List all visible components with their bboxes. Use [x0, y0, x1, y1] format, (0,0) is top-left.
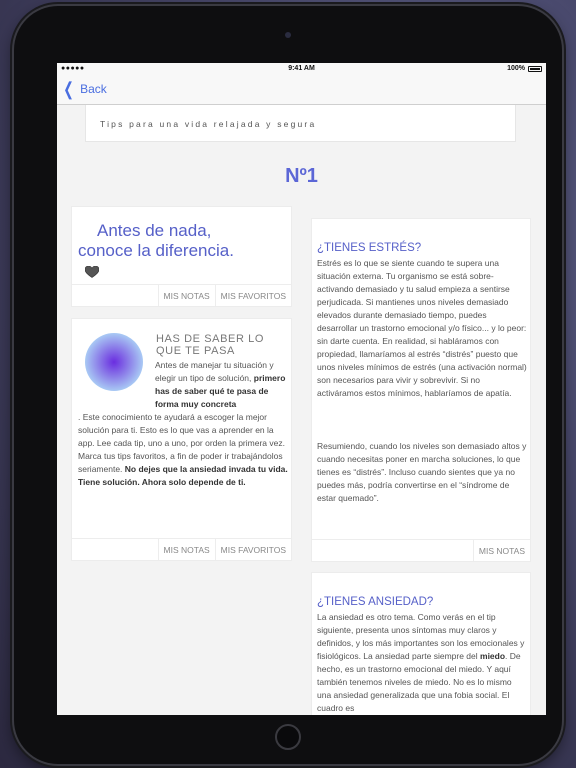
battery-indicator: 100%: [507, 65, 542, 72]
status-time: 9:41 AM: [288, 65, 315, 72]
back-label: Back: [80, 82, 107, 96]
intro-headline: Antes de nada, conoce la diferencia.: [78, 221, 288, 261]
battery-percent: 100%: [507, 65, 525, 72]
battery-icon: [528, 65, 542, 72]
back-button[interactable]: ❮ Back: [61, 79, 107, 99]
intro-line-1: Antes de nada,: [97, 221, 212, 240]
know-card-title: HAS DE SABER LO QUE TE PASA: [156, 333, 265, 357]
tips-banner: Tips para una vida relajada y segura: [85, 105, 516, 142]
scroll-content[interactable]: Tips para una vida relajada y segura Nº1…: [57, 105, 546, 715]
anxiety-paragraph: La ansiedad es otro tema. Como verás en …: [317, 611, 527, 715]
know-card-body: Antes de manejar tu situación y elegir u…: [78, 359, 292, 489]
stress-heading: ¿TIENES ESTRÉS?: [317, 242, 422, 254]
stress-card-footer: MIS NOTAS: [312, 539, 530, 561]
notes-button[interactable]: MIS NOTAS: [157, 539, 215, 560]
anxiety-heading: ¿TIENES ANSIEDAD?: [317, 596, 434, 608]
anxiety-text-b: miedo: [480, 651, 506, 661]
favorites-button[interactable]: MIS FAVORITOS: [214, 285, 291, 306]
navigation-bar: ❮ Back: [57, 75, 546, 105]
tablet-frame: ●●●●● 9:41 AM 100% ❮ Back Tips para una …: [14, 6, 562, 764]
stress-card: ¿TIENES ESTRÉS? Estrés es lo que se sien…: [311, 218, 531, 562]
know-body-intro: Antes de manejar tu situación y elegir u…: [78, 359, 292, 411]
know-card-footer: MIS NOTAS MIS FAVORITOS: [72, 538, 291, 560]
tip-number: Nº1: [285, 165, 318, 187]
status-bar: ●●●●● 9:41 AM 100%: [57, 63, 546, 75]
notes-button[interactable]: MIS NOTAS: [472, 540, 530, 561]
banner-text: Tips para una vida relajada y segura: [100, 119, 317, 129]
favorites-button[interactable]: MIS FAVORITOS: [214, 539, 291, 560]
intro-card: Antes de nada, conoce la diferencia. MIS…: [71, 206, 292, 307]
heart-icon[interactable]: [85, 266, 99, 278]
stress-paragraph-1: Estrés es lo que se siente cuando te sup…: [317, 258, 527, 398]
camera: [285, 32, 291, 38]
notes-button[interactable]: MIS NOTAS: [157, 285, 215, 306]
intro-card-footer: MIS NOTAS MIS FAVORITOS: [72, 284, 291, 306]
anxiety-card: ¿TIENES ANSIEDAD? La ansiedad es otro te…: [311, 572, 531, 715]
intro-line-2: conoce la diferencia.: [78, 241, 234, 260]
app-screen: ●●●●● 9:41 AM 100% ❮ Back Tips para una …: [57, 63, 546, 715]
stress-paragraph-2: Resumiendo, cuando los niveles son demas…: [317, 441, 527, 503]
home-button[interactable]: [275, 724, 301, 750]
know-card: HAS DE SABER LO QUE TE PASA Antes de man…: [71, 318, 292, 561]
chevron-left-icon: ❮: [63, 79, 74, 99]
